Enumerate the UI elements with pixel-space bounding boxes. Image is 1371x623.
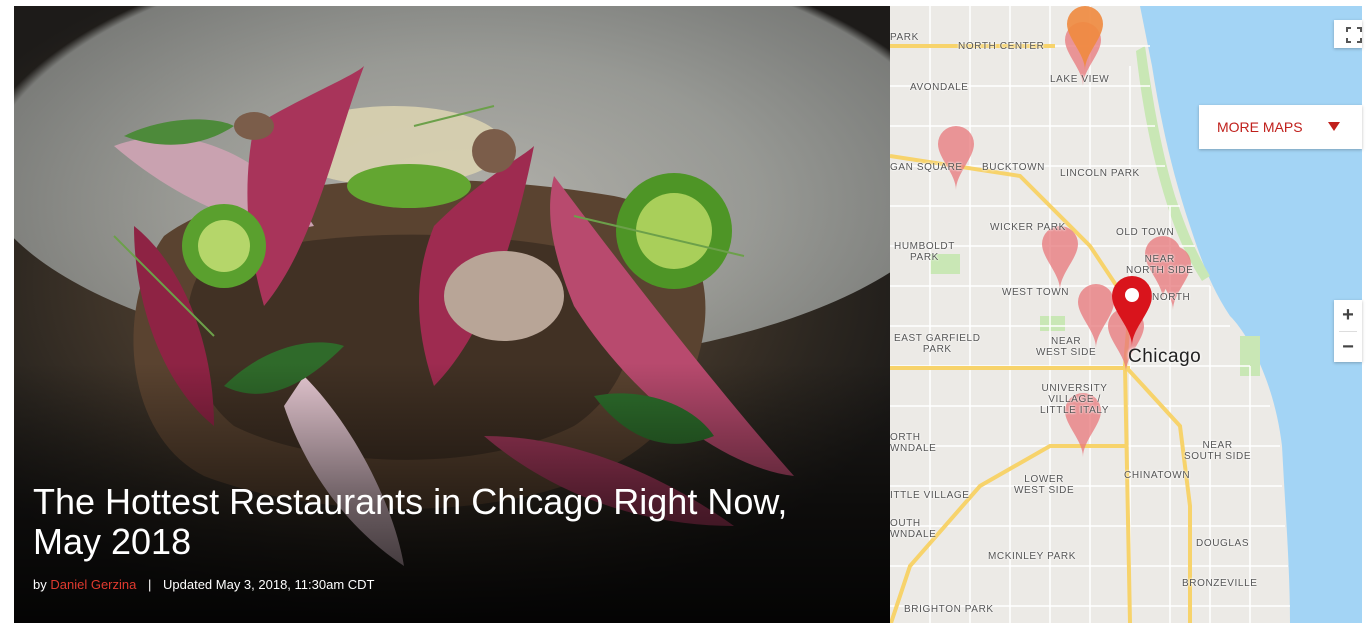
label-near-west-side: NEAR WEST SIDE (1036, 336, 1097, 358)
zoom-in-button[interactable]: + (1334, 300, 1362, 331)
map-canvas[interactable] (890, 6, 1362, 623)
more-maps-button[interactable]: MORE MAPS (1199, 105, 1362, 149)
label-little-village: ITTLE VILLAGE (890, 490, 970, 501)
byline: by Daniel Gerzina | Updated May 3, 2018,… (33, 577, 375, 592)
updated-timestamp: Updated May 3, 2018, 11:30am CDT (163, 577, 375, 592)
label-north: NORTH (1152, 292, 1191, 303)
label-avondale: AVONDALE (910, 82, 969, 93)
label-bucktown: BUCKTOWN (982, 162, 1045, 173)
label-park: PARK (890, 32, 919, 43)
zoom-controls: + − (1334, 300, 1362, 362)
label-brighton-park: BRIGHTON PARK (904, 604, 994, 615)
label-north-center: NORTH CENTER (958, 41, 1045, 52)
label-wicker-park: WICKER PARK (990, 222, 1066, 233)
byline-prefix: by (33, 577, 47, 592)
label-near-south-side: NEAR SOUTH SIDE (1184, 440, 1252, 462)
label-lower-west-side: LOWER WEST SIDE (1014, 474, 1075, 496)
label-lake-view: LAKE VIEW (1050, 74, 1110, 85)
label-east-garfield-park: EAST GARFIELD PARK (894, 333, 981, 355)
label-university-village: UNIVERSITY VILLAGE / LITTLE ITALY (1040, 383, 1110, 416)
label-douglas: DOUGLAS (1196, 538, 1250, 549)
page-title: The Hottest Restaurants in Chicago Right… (33, 481, 788, 562)
label-humboldt-park: HUMBOLDT PARK (894, 241, 955, 263)
label-west-town: WEST TOWN (1002, 287, 1070, 298)
byline-separator: | (147, 577, 152, 592)
caret-down-icon (1328, 122, 1340, 131)
fullscreen-button[interactable] (1334, 20, 1362, 48)
label-north-lawndale: ORTH WNDALE (890, 432, 937, 454)
city-label: Chicago (1128, 346, 1202, 367)
restaurant-map[interactable]: PARK NORTH CENTER LAKE VIEW AVONDALE GAN… (890, 6, 1362, 623)
hero-image: The Hottest Restaurants in Chicago Right… (14, 6, 890, 623)
label-chinatown: CHINATOWN (1124, 470, 1191, 481)
label-bronzeville: BRONZEVILLE (1182, 578, 1258, 589)
label-mckinley-park: MCKINLEY PARK (988, 551, 1077, 562)
label-logan-square: GAN SQUARE (890, 162, 963, 173)
more-maps-label: MORE MAPS (1217, 119, 1303, 135)
zoom-out-button[interactable]: − (1334, 332, 1362, 363)
author-link[interactable]: Daniel Gerzina (50, 577, 136, 592)
fullscreen-icon (1346, 27, 1362, 43)
featured-marker-icon (1067, 6, 1103, 70)
label-south-lawndale: OUTH WNDALE (890, 518, 937, 540)
label-near-north-side: NEAR NORTH SIDE (1126, 254, 1194, 276)
label-lincoln-park: LINCOLN PARK (1060, 168, 1140, 179)
label-old-town: OLD TOWN (1116, 227, 1175, 238)
